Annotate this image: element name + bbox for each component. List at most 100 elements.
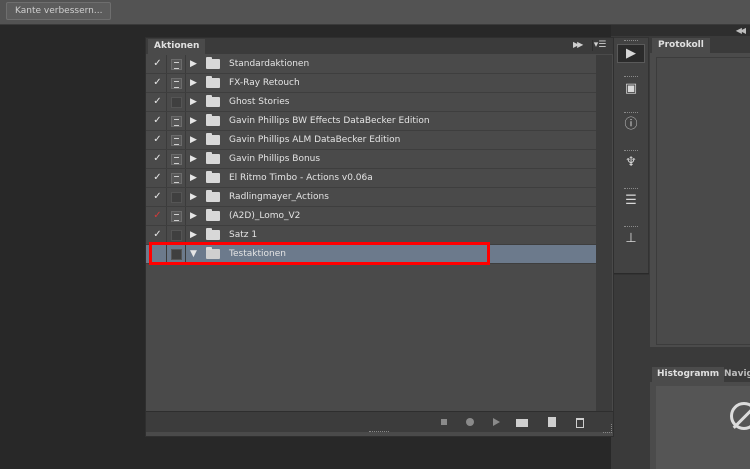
toggle-dialog-icon[interactable] xyxy=(171,78,182,89)
column-divider xyxy=(185,74,186,92)
dock-collapse-bar[interactable]: ◀◀ xyxy=(611,25,750,36)
folder-icon xyxy=(206,171,220,183)
folder-icon xyxy=(206,95,220,107)
action-set-row[interactable]: ✓ ▶ Radlingmayer_Actions xyxy=(146,188,596,207)
action-set-row[interactable]: ✓ ▶ Gavin Phillips BW Effects DataBecker… xyxy=(146,112,596,131)
adjustments-panel-button[interactable]: ☰ xyxy=(617,188,645,210)
actions-list: ✓ ▶ Standardaktionen ✓ ▶ FX-Ray Retouch … xyxy=(146,55,596,411)
toggle-dialog-icon[interactable] xyxy=(171,192,182,203)
new-action-icon[interactable] xyxy=(546,416,558,428)
action-set-row[interactable]: ✓ ▶ (A2D)_Lomo_V2 xyxy=(146,207,596,226)
panel-icon-strip: ▶ ▣ ⓘ ♆ ☰ ⊥ xyxy=(613,37,649,275)
expand-arrow-icon[interactable]: ▶ xyxy=(190,134,198,146)
column-divider xyxy=(166,188,167,206)
options-bar: Kante verbessern... xyxy=(0,0,750,25)
expand-arrow-icon[interactable]: ▶ xyxy=(190,115,198,127)
panel-bottom-grip[interactable] xyxy=(369,431,389,435)
strip-divider xyxy=(613,273,649,274)
expand-arrow-icon[interactable]: ▶ xyxy=(190,153,198,165)
toggle-dialog-icon[interactable] xyxy=(171,116,182,127)
column-divider xyxy=(185,207,186,225)
histogram-panel: Histogramm Navig xyxy=(650,366,750,469)
toggle-item-check[interactable]: ✓ xyxy=(152,134,163,145)
toggle-dialog-icon[interactable] xyxy=(171,59,182,70)
toggle-item-check[interactable]: ✓ xyxy=(152,229,163,240)
column-divider xyxy=(166,169,167,187)
toggle-dialog-icon[interactable] xyxy=(171,97,182,108)
toggle-item-check[interactable]: ✓ xyxy=(152,96,163,107)
action-set-row[interactable]: ✓ ▶ El Ritmo Timbo - Actions v0.06a xyxy=(146,169,596,188)
column-divider xyxy=(166,131,167,149)
action-set-row[interactable]: ✓ ▶ Gavin Phillips ALM DataBecker Editio… xyxy=(146,131,596,150)
resize-grip-icon[interactable] xyxy=(603,424,612,433)
action-set-label: (A2D)_Lomo_V2 xyxy=(229,211,301,221)
action-set-label: FX-Ray Retouch xyxy=(229,78,300,88)
panel-menu-icon[interactable]: ▾☰ xyxy=(592,40,607,51)
toggle-dialog-icon[interactable] xyxy=(171,135,182,146)
toggle-item-check[interactable]: ✓ xyxy=(152,172,163,183)
action-set-row[interactable]: ✓ ▶ FX-Ray Retouch xyxy=(146,74,596,93)
tab-histogram[interactable]: Histogramm xyxy=(652,367,725,382)
expand-arrow-icon[interactable]: ▶ xyxy=(190,172,198,184)
actions-scrollbar[interactable] xyxy=(596,55,612,411)
column-divider xyxy=(185,169,186,187)
character-panel-button[interactable]: ⊥ xyxy=(617,226,645,248)
toggle-item-check[interactable]: ✓ xyxy=(152,58,163,69)
toggle-dialog-icon[interactable] xyxy=(171,211,182,222)
action-set-label: Radlingmayer_Actions xyxy=(229,192,329,202)
expand-arrow-icon[interactable]: ▶ xyxy=(190,210,198,222)
toggle-dialog-icon[interactable] xyxy=(171,173,182,184)
info-panel-button[interactable]: ⓘ xyxy=(617,112,645,134)
expand-arrow-icon[interactable]: ▶ xyxy=(190,77,198,89)
collapse-icon[interactable]: ◀◀ xyxy=(736,25,746,36)
histogram-tabbar: Histogramm Navig xyxy=(650,366,750,382)
refine-edge-button[interactable]: Kante verbessern... xyxy=(6,2,112,20)
column-divider xyxy=(185,93,186,111)
tab-history[interactable]: Protokoll xyxy=(652,38,710,53)
action-set-row[interactable]: ✓ ▶ Standardaktionen xyxy=(146,55,596,74)
column-divider xyxy=(166,74,167,92)
column-divider xyxy=(166,55,167,73)
stop-icon[interactable] xyxy=(438,416,450,428)
column-divider xyxy=(166,150,167,168)
record-icon[interactable] xyxy=(464,416,476,428)
expand-arrow-icon[interactable]: ▶ xyxy=(190,191,198,203)
folder-icon xyxy=(206,209,220,221)
expand-arrow-icon[interactable]: ▶ xyxy=(190,58,198,70)
action-set-row[interactable]: ✓ ▶ Ghost Stories xyxy=(146,93,596,112)
tab-navigator[interactable]: Navig xyxy=(720,367,750,382)
folder-icon xyxy=(206,114,220,126)
folder-icon xyxy=(206,57,220,69)
toggle-item-check[interactable]: ✓ xyxy=(152,210,163,221)
toggle-item-check[interactable]: ✓ xyxy=(152,191,163,202)
history-tabbar: Protokoll xyxy=(650,37,750,53)
brush-icon: ♆ xyxy=(625,155,637,170)
brush-panel-button[interactable]: ♆ xyxy=(617,150,645,172)
action-set-label: El Ritmo Timbo - Actions v0.06a xyxy=(229,173,373,183)
folder-icon xyxy=(206,76,220,88)
tool-presets-button[interactable]: ▣ xyxy=(617,76,645,98)
toggle-dialog-icon[interactable] xyxy=(171,230,182,241)
folder-icon xyxy=(206,190,220,202)
toggle-item-check[interactable]: ✓ xyxy=(152,115,163,126)
expand-arrow-icon[interactable]: ▶ xyxy=(190,229,198,241)
column-divider xyxy=(185,55,186,73)
new-set-icon[interactable] xyxy=(516,416,528,428)
toggle-item-check[interactable]: ✓ xyxy=(152,77,163,88)
actions-panel: Aktionen ▶▶ ▾☰ ✓ ▶ Standardaktionen ✓ ▶ … xyxy=(145,37,614,437)
history-list[interactable] xyxy=(656,57,750,345)
info-icon: ⓘ xyxy=(624,117,638,132)
toggle-item-check[interactable]: ✓ xyxy=(152,153,163,164)
toggle-dialog-icon[interactable] xyxy=(171,154,182,165)
column-divider xyxy=(185,112,186,130)
highlight-box xyxy=(149,242,490,265)
column-divider xyxy=(166,93,167,111)
trash-icon[interactable] xyxy=(574,416,586,428)
history-panel: Protokoll xyxy=(650,37,750,347)
expand-panel-icon[interactable]: ▶▶ xyxy=(573,40,583,49)
expand-arrow-icon[interactable]: ▶ xyxy=(190,96,198,108)
actions-panel-button[interactable]: ▶ xyxy=(617,40,645,63)
tab-actions[interactable]: Aktionen xyxy=(148,39,206,54)
action-set-row[interactable]: ✓ ▶ Gavin Phillips Bonus xyxy=(146,150,596,169)
play-selection-icon[interactable] xyxy=(490,416,502,428)
